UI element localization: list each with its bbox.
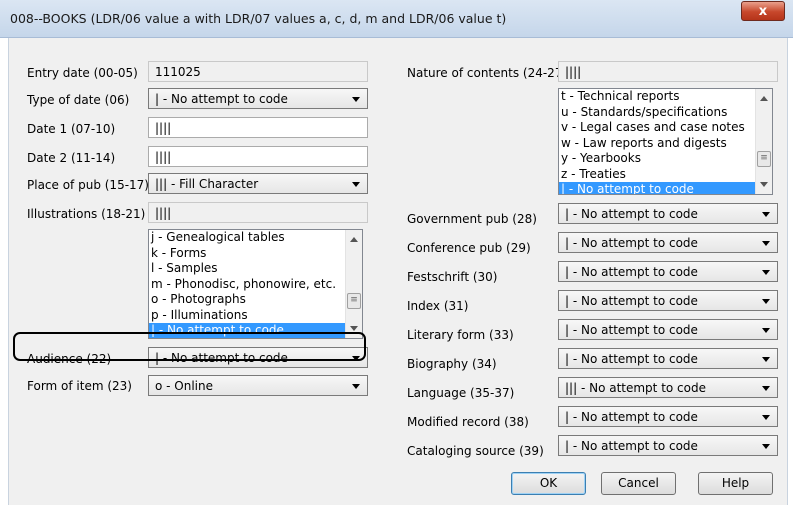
chevron-down-icon (762, 212, 770, 217)
ok-button[interactable]: OK (511, 472, 586, 495)
chevron-down-icon (762, 299, 770, 304)
chevron-down-icon (352, 97, 360, 102)
help-button[interactable]: Help (698, 472, 773, 495)
place-of-pub-label: Place of pub (15-17) (27, 178, 149, 192)
list-item[interactable]: p - Illuminations (149, 308, 362, 324)
illustrations-listbox[interactable]: j - Genealogical tables k - Forms l - Sa… (148, 229, 363, 339)
nature-of-contents-listbox[interactable]: t - Technical reports u - Standards/spec… (558, 88, 773, 195)
date2-label: Date 2 (11-14) (27, 151, 116, 165)
window-title: 008--BOOKS (LDR/06 value a with LDR/07 v… (10, 11, 507, 26)
date1-label: Date 1 (07-10) (27, 122, 116, 136)
date2-input[interactable]: |||| (148, 146, 368, 167)
government-pub-select[interactable]: | - No attempt to code (558, 203, 778, 224)
scroll-up-icon[interactable] (350, 237, 358, 242)
government-pub-label: Government pub (28) (407, 212, 537, 226)
list-item[interactable]: o - Photographs (149, 292, 362, 308)
chevron-down-icon (762, 444, 770, 449)
biography-value: | - No attempt to code (565, 352, 698, 366)
government-pub-value: | - No attempt to code (565, 207, 698, 221)
list-item[interactable]: l - Samples (149, 261, 362, 277)
place-of-pub-value: ||| - Fill Character (155, 177, 259, 191)
chevron-down-icon (762, 386, 770, 391)
conference-pub-select[interactable]: | - No attempt to code (558, 232, 778, 253)
list-item[interactable]: j - Genealogical tables (149, 230, 362, 246)
vertical-scrollbar[interactable]: ≡ (345, 230, 362, 338)
language-select[interactable]: ||| - No attempt to code (558, 377, 778, 398)
form-of-item-value: o - Online (155, 379, 214, 393)
literary-form-value: | - No attempt to code (565, 323, 698, 337)
place-of-pub-select[interactable]: ||| - Fill Character (148, 173, 368, 194)
literary-form-label: Literary form (33) (407, 328, 514, 342)
close-icon: x (758, 4, 768, 19)
chevron-down-icon (762, 241, 770, 246)
vertical-scrollbar[interactable]: ≡ (755, 89, 772, 194)
list-item[interactable]: m - Phonodisc, phonowire, etc. (149, 277, 362, 293)
type-of-date-label: Type of date (06) (27, 93, 130, 107)
modified-record-select[interactable]: | - No attempt to code (558, 406, 778, 427)
date1-input[interactable]: |||| (148, 117, 368, 138)
list-item[interactable]: u - Standards/specifications (559, 105, 772, 121)
illustrations-field: |||| (148, 202, 368, 223)
list-item[interactable]: z - Treaties (559, 167, 772, 183)
conference-pub-label: Conference pub (29) (407, 241, 531, 255)
biography-label: Biography (34) (407, 357, 497, 371)
list-item[interactable]: y - Yearbooks (559, 151, 772, 167)
literary-form-select[interactable]: | - No attempt to code (558, 319, 778, 340)
entry-date-label: Entry date (00-05) (27, 66, 138, 80)
index-label: Index (31) (407, 299, 469, 313)
index-value: | - No attempt to code (565, 294, 698, 308)
conference-pub-value: | - No attempt to code (565, 236, 698, 250)
form-of-item-highlight (13, 332, 366, 361)
title-bar: 008--BOOKS (LDR/06 value a with LDR/07 v… (0, 0, 793, 38)
index-select[interactable]: | - No attempt to code (558, 290, 778, 311)
modified-record-label: Modified record (38) (407, 415, 529, 429)
chevron-down-icon (762, 415, 770, 420)
nature-of-contents-label: Nature of contents (24-27) (407, 66, 568, 80)
close-button[interactable]: x (741, 1, 785, 21)
scroll-down-icon[interactable] (760, 182, 768, 187)
scroll-up-icon[interactable] (760, 96, 768, 101)
type-of-date-value: | - No attempt to code (155, 92, 288, 106)
festschrift-label: Festschrift (30) (407, 270, 498, 284)
cataloging-source-value: | - No attempt to code (565, 439, 698, 453)
modified-record-value: | - No attempt to code (565, 410, 698, 424)
cancel-button[interactable]: Cancel (601, 472, 676, 495)
nature-of-contents-field: |||| (558, 61, 778, 82)
festschrift-value: | - No attempt to code (565, 265, 698, 279)
cataloging-source-label: Cataloging source (39) (407, 444, 544, 458)
type-of-date-select[interactable]: | - No attempt to code (148, 88, 368, 109)
list-item[interactable]: k - Forms (149, 246, 362, 262)
chevron-down-icon (762, 328, 770, 333)
festschrift-select[interactable]: | - No attempt to code (558, 261, 778, 282)
scroll-down-icon[interactable] (350, 326, 358, 331)
list-item[interactable]: w - Law reports and digests (559, 136, 772, 152)
list-item[interactable]: v - Legal cases and case notes (559, 120, 772, 136)
chevron-down-icon (352, 182, 360, 187)
list-item-selected[interactable]: | - No attempt to code (559, 182, 755, 194)
list-item[interactable]: t - Technical reports (559, 89, 772, 105)
scroll-thumb[interactable]: ≡ (347, 293, 361, 309)
chevron-down-icon (762, 270, 770, 275)
biography-select[interactable]: | - No attempt to code (558, 348, 778, 369)
form-of-item-select[interactable]: o - Online (148, 375, 368, 396)
scroll-thumb[interactable]: ≡ (757, 151, 771, 167)
illustrations-label: Illustrations (18-21) (27, 207, 146, 221)
chevron-down-icon (762, 357, 770, 362)
language-value: ||| - No attempt to code (565, 381, 706, 395)
language-label: Language (35-37) (407, 386, 515, 400)
form-of-item-label: Form of item (23) (27, 379, 132, 393)
cataloging-source-select[interactable]: | - No attempt to code (558, 435, 778, 456)
entry-date-field: 111025 (148, 61, 368, 82)
chevron-down-icon (352, 384, 360, 389)
